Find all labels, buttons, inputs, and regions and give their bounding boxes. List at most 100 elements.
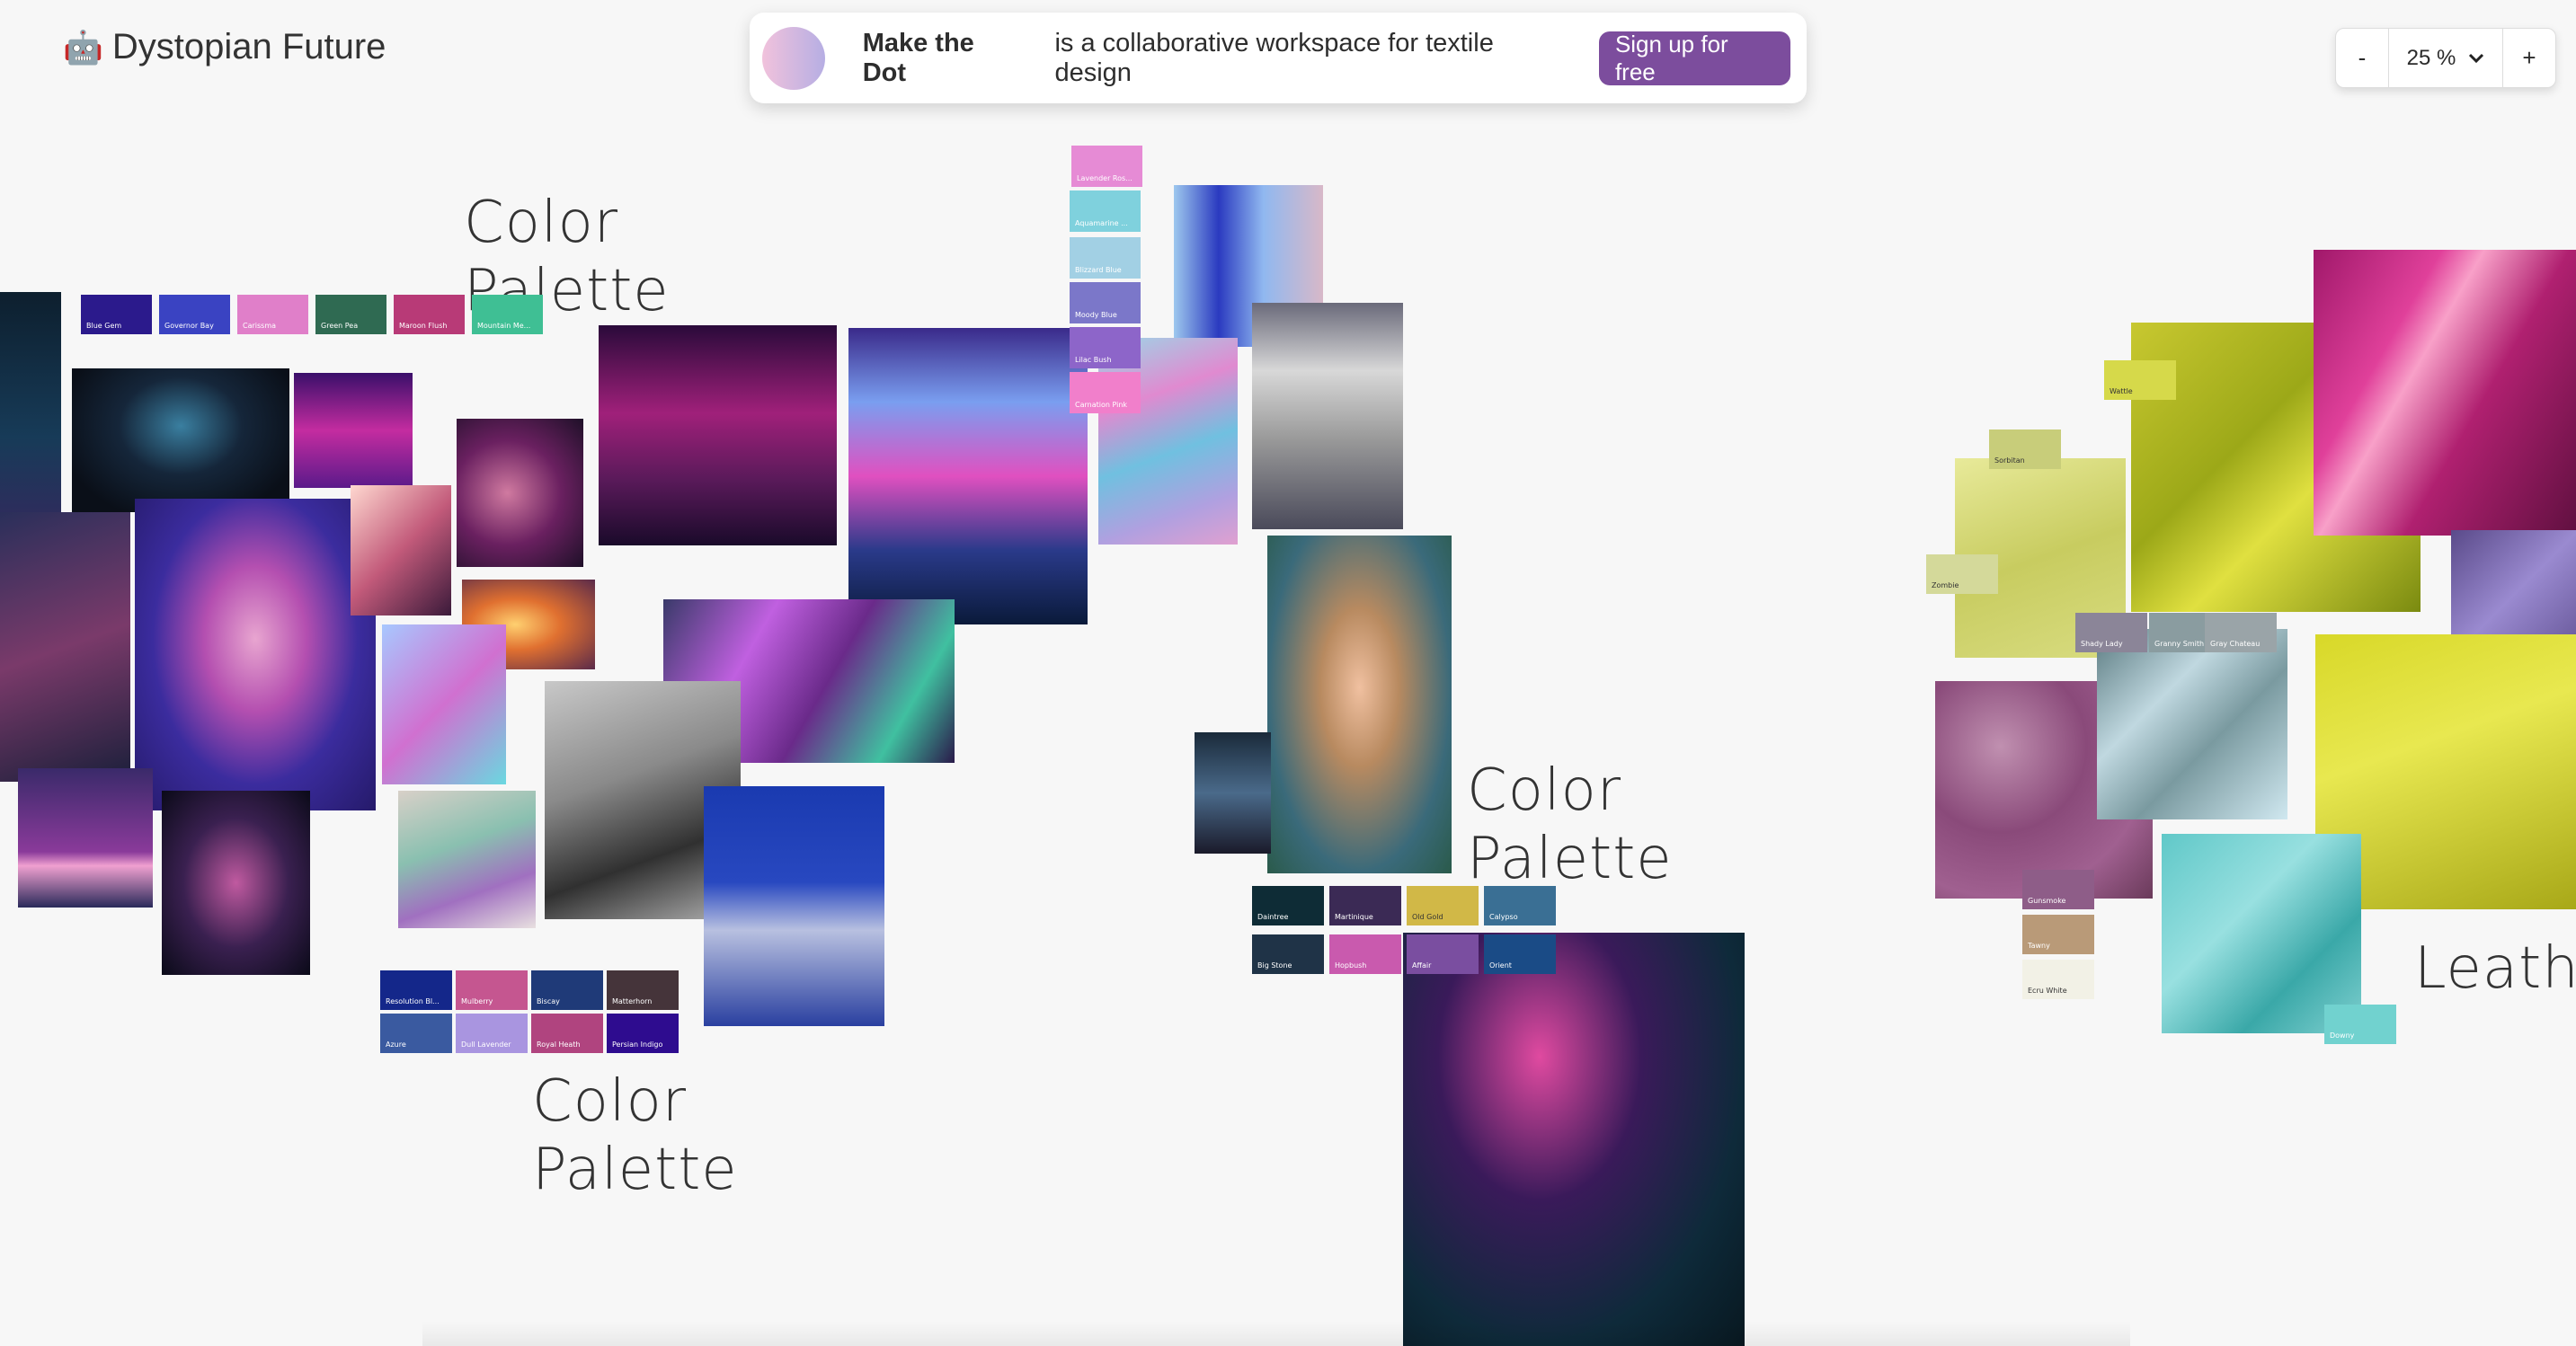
color-swatch[interactable]: Shady Lady <box>2075 613 2147 652</box>
club-image[interactable] <box>294 373 413 488</box>
canvas-bottom-shadow <box>422 1321 2130 1346</box>
color-swatch[interactable]: Ecru White <box>2022 960 2094 999</box>
neon-woman-image[interactable] <box>457 419 583 567</box>
robot-icon: 🤖 <box>63 28 103 66</box>
street-image[interactable] <box>0 512 130 782</box>
swatch-label: Blue Gem <box>86 322 122 330</box>
palette-strip-image[interactable] <box>18 768 153 908</box>
zoom-in-button[interactable]: + <box>2503 29 2555 87</box>
swatch-label: Blizzard Blue <box>1075 266 1122 274</box>
color-swatch[interactable]: Lavender Ros... <box>1071 146 1142 187</box>
board-title: 🤖 Dystopian Future <box>63 27 386 67</box>
color-swatch[interactable]: Tawny <box>2022 915 2094 954</box>
swatch-label: Aquamarine ... <box>1075 219 1128 227</box>
color-swatch[interactable]: Daintree <box>1252 886 1324 925</box>
brand-name: Make the Dot <box>862 28 974 87</box>
silver-leather-image[interactable] <box>2097 629 2287 819</box>
promo-banner: Make the Dot is a collaborative workspac… <box>750 13 1807 103</box>
swatch-label: Tawny <box>2028 942 2050 950</box>
color-swatch[interactable]: Old Gold <box>1407 886 1479 925</box>
swatch-label: Matterhorn <box>612 997 653 1005</box>
color-swatch[interactable]: Lilac Bush <box>1070 327 1141 368</box>
color-swatch[interactable]: Blizzard Blue <box>1070 237 1141 279</box>
swatch-label: Lilac Bush <box>1075 356 1112 364</box>
color-swatch[interactable]: Mulberry <box>456 970 528 1010</box>
swatch-label: Maroon Flush <box>399 322 448 330</box>
corridor-image[interactable] <box>599 325 837 545</box>
leather-title: Leathe <box>2414 935 2576 1002</box>
swatch-label: Gunsmoke <box>2028 897 2066 905</box>
swatch-label: Sorbitan <box>1994 456 2025 465</box>
color-swatch[interactable]: Downy <box>2324 1005 2396 1044</box>
color-swatch[interactable]: Resolution Bl... <box>380 970 452 1010</box>
signup-button[interactable]: Sign up for free <box>1598 31 1790 85</box>
color-swatch[interactable]: Royal Heath <box>531 1014 603 1053</box>
marble-swirl-image[interactable] <box>1098 338 1238 545</box>
swatch-label: Mulberry <box>461 997 493 1005</box>
swatch-label: Wattle <box>2110 387 2133 395</box>
pink-leather-image[interactable] <box>2314 250 2576 536</box>
palette-title-2: Color Palette <box>532 1068 738 1203</box>
color-swatch[interactable]: Martinique <box>1329 886 1401 925</box>
color-swatch[interactable]: Zombie <box>1926 554 1998 594</box>
color-swatch[interactable]: Persian Indigo <box>607 1014 679 1053</box>
stage-image[interactable] <box>72 368 289 512</box>
alley-neon-image[interactable] <box>1403 933 1745 1346</box>
color-swatch[interactable]: Hopbush <box>1329 934 1401 974</box>
color-swatch[interactable]: Affair <box>1407 934 1479 974</box>
color-swatch[interactable]: Dull Lavender <box>456 1014 528 1053</box>
color-swatch[interactable]: Governor Bay <box>159 295 230 334</box>
swatch-label: Big Stone <box>1257 961 1292 970</box>
swatch-label: Martinique <box>1335 913 1373 921</box>
color-swatch[interactable]: Green Pea <box>315 295 386 334</box>
swatch-label: Orient <box>1489 961 1512 970</box>
swatch-label: Granny Smith <box>2154 640 2205 648</box>
color-swatch[interactable]: Moody Blue <box>1070 282 1141 323</box>
swatch-label: Hopbush <box>1335 961 1367 970</box>
holo-dress-image[interactable] <box>704 786 884 1026</box>
zoom-value: 25 % <box>2406 45 2456 70</box>
holo-portrait-image[interactable] <box>382 624 506 784</box>
swatch-label: Carnation Pink <box>1075 401 1128 409</box>
swatch-label: Affair <box>1412 961 1432 970</box>
neon-gate-image[interactable] <box>848 328 1088 624</box>
oval-frame-image[interactable] <box>1267 536 1452 873</box>
color-swatch[interactable]: Sorbitan <box>1989 429 2061 469</box>
teal-leather-image[interactable] <box>2162 834 2361 1033</box>
color-swatch[interactable]: Blue Gem <box>81 295 152 334</box>
color-swatch[interactable]: Aquamarine ... <box>1070 190 1141 232</box>
color-swatch[interactable]: Biscay <box>531 970 603 1010</box>
board-title-text: Dystopian Future <box>111 27 386 66</box>
astronaut-image[interactable] <box>162 791 310 975</box>
portrait-blue-hair-image[interactable] <box>135 499 376 810</box>
color-swatch[interactable]: Gunsmoke <box>2022 870 2094 909</box>
zoom-control: - 25 % + <box>2335 28 2556 88</box>
night-city-image[interactable] <box>1195 732 1271 854</box>
swatch-label: Biscay <box>537 997 560 1005</box>
swatch-label: Calypso <box>1489 913 1518 921</box>
zoom-out-button[interactable]: - <box>2336 29 2388 87</box>
swatch-label: Lavender Ros... <box>1077 174 1133 182</box>
color-swatch[interactable]: Calypso <box>1484 886 1556 925</box>
swatch-label: Persian Indigo <box>612 1040 663 1049</box>
color-swatch[interactable]: Carnation Pink <box>1070 372 1141 413</box>
color-swatch[interactable]: Azure <box>380 1014 452 1053</box>
color-swatch[interactable]: Gray Chateau <box>2205 613 2277 652</box>
swatch-label: Zombie <box>1932 581 1959 589</box>
swatch-label: Governor Bay <box>164 322 214 330</box>
brand-avatar <box>762 26 825 90</box>
street-fashion-image[interactable] <box>1252 303 1403 529</box>
color-swatch[interactable]: Matterhorn <box>607 970 679 1010</box>
color-swatch[interactable]: Maroon Flush <box>394 295 465 334</box>
zoom-select[interactable]: 25 % <box>2388 29 2503 87</box>
swatch-label: Royal Heath <box>537 1040 581 1049</box>
swatch-label: Green Pea <box>321 322 359 330</box>
swatch-label: Azure <box>386 1040 406 1049</box>
color-swatch[interactable]: Carissma <box>237 295 308 334</box>
mirror-portrait-image[interactable] <box>351 485 451 615</box>
color-swatch[interactable]: Wattle <box>2104 360 2176 400</box>
holo-jacket-image[interactable] <box>398 791 536 928</box>
color-swatch[interactable]: Mountain Me... <box>472 295 543 334</box>
color-swatch[interactable]: Big Stone <box>1252 934 1324 974</box>
color-swatch[interactable]: Orient <box>1484 934 1556 974</box>
